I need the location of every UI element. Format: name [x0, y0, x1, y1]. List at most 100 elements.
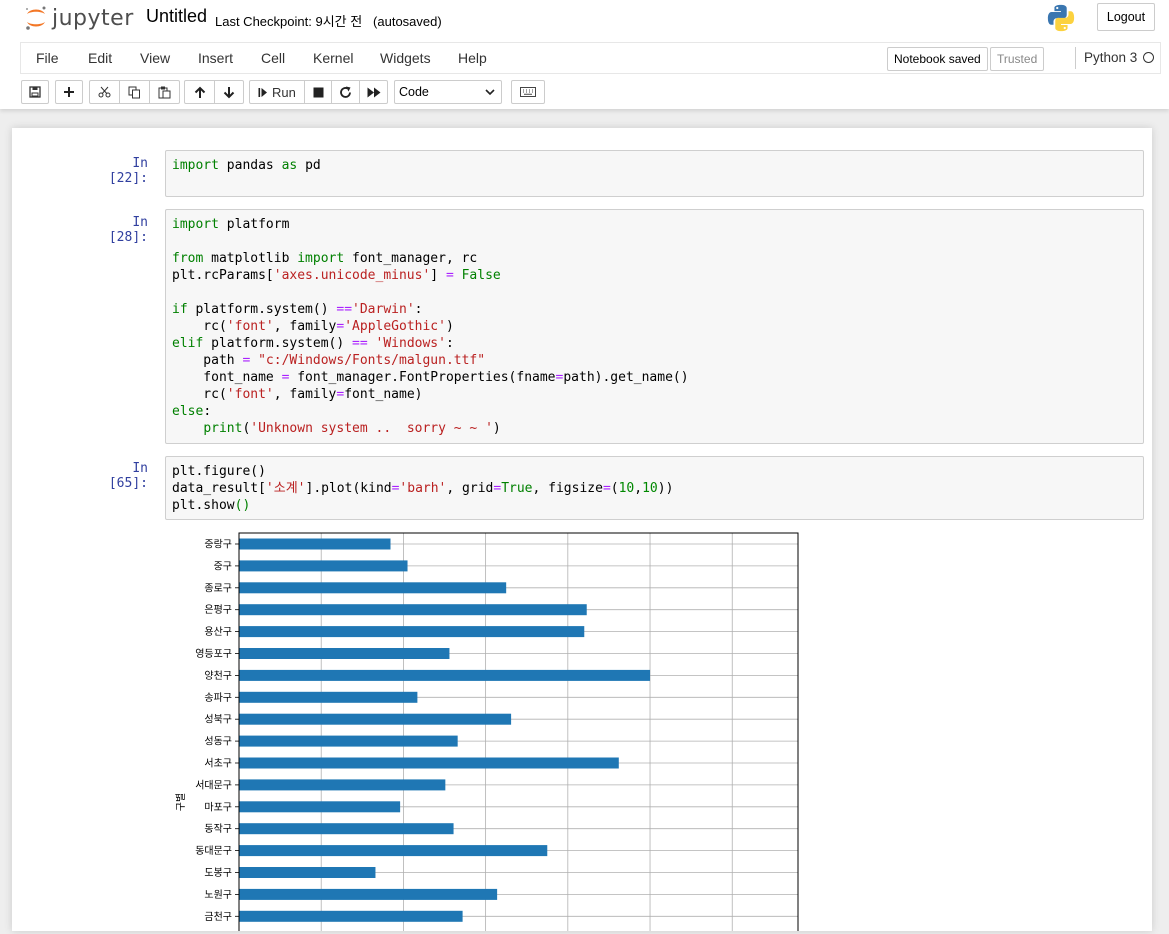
- code-line: plt.figure(): [172, 464, 266, 479]
- run-button[interactable]: Run: [249, 80, 305, 104]
- command-palette-button[interactable]: [511, 80, 545, 104]
- menu-insert[interactable]: Insert: [198, 50, 233, 66]
- y-tick-label: 용산구: [204, 626, 232, 638]
- checkpoint-time: 9시간 전: [315, 14, 363, 29]
- kernel-idle-icon: [1143, 52, 1154, 63]
- kernel-name[interactable]: Python 3: [1084, 50, 1137, 65]
- bar: [239, 757, 619, 769]
- paste-icon: [158, 86, 171, 98]
- barh-chart: 중랑구중구종로구은평구용산구영등포구양천구송파구성북구성동구서초구서대문구마포구…: [175, 532, 799, 934]
- jupyter-logo-text: jupyter: [52, 5, 134, 31]
- y-tick-label: 영등포구: [195, 648, 232, 660]
- fast-forward-icon: [367, 87, 380, 97]
- code-line: if platform.system() =='Darwin':: [172, 302, 423, 317]
- y-tick-label: 은평구: [204, 604, 232, 616]
- y-tick-label: 마포구: [204, 801, 232, 813]
- menu-edit[interactable]: Edit: [88, 50, 112, 66]
- y-tick-label: 도봉구: [204, 867, 232, 879]
- bar: [239, 604, 587, 616]
- bar: [239, 560, 408, 572]
- cell-prompt: In [28]:: [108, 215, 148, 245]
- plus-icon: [64, 87, 74, 97]
- cut-cells-button[interactable]: [89, 80, 120, 104]
- save-icon: [29, 86, 41, 98]
- bar: [239, 867, 376, 878]
- notebook-saved-indicator: Notebook saved: [887, 47, 988, 71]
- code-line: print('Unknown system .. sorry ~ ~ '): [203, 421, 501, 436]
- python-logo-icon: [1047, 4, 1075, 32]
- y-tick-label: 종로구: [204, 582, 232, 594]
- autosave-status: (autosaved): [373, 14, 442, 29]
- bar: [239, 691, 418, 703]
- code-cell-input[interactable]: import pandas as pd: [165, 150, 1144, 197]
- code-line: font_name = font_manager.FontProperties(…: [172, 370, 689, 385]
- cell-type-select[interactable]: Code: [394, 80, 502, 104]
- y-tick-label: 동대문구: [195, 845, 232, 857]
- bar: [239, 713, 512, 725]
- jupyter-logo[interactable]: jupyter: [24, 4, 134, 32]
- stop-icon: [313, 87, 323, 97]
- menu-kernel[interactable]: Kernel: [313, 50, 353, 66]
- arrow-down-icon: [223, 86, 235, 98]
- bar: [239, 888, 498, 900]
- chevron-down-icon: [485, 89, 495, 96]
- code-line: else:: [172, 404, 212, 419]
- y-tick-label: 서대문구: [195, 779, 232, 791]
- notebook-container: In [22]: import pandas as pd In [28]: im…: [12, 128, 1152, 934]
- code-line: from matplotlib import font_manager, rc: [172, 251, 478, 266]
- menu-cell[interactable]: Cell: [261, 50, 285, 66]
- checkpoint-label: Last Checkpoint:: [215, 14, 312, 29]
- cell-output: 중랑구 중구 종로구 은평구 용산구 영등포구 양천구 송파구 성북구 성동구 서초구 서대문구 마포구…: [162, 530, 812, 934]
- run-button-label: Run: [272, 84, 296, 100]
- paste-cells-button[interactable]: [149, 80, 180, 104]
- step-forward-icon: [258, 87, 267, 97]
- y-tick-label: 성북구: [204, 714, 232, 726]
- notebook-header: jupyter Untitled Last Checkpoint: 9시간 전 …: [0, 0, 1169, 109]
- code-line: plt.show(): [172, 498, 251, 513]
- scissors-icon: [98, 86, 111, 98]
- code-line: import platform: [172, 217, 290, 232]
- logout-button[interactable]: Logout: [1097, 3, 1155, 31]
- code-cell-input[interactable]: import platform from matplotlib import fo…: [165, 209, 1144, 444]
- copy-icon: [128, 86, 140, 98]
- y-tick-label: 서초구: [204, 758, 232, 770]
- menu-widgets[interactable]: Widgets: [380, 50, 431, 66]
- copy-cells-button[interactable]: [119, 80, 150, 104]
- code-line: plt.rcParams['axes.unicode_minus'] = Fal…: [172, 268, 501, 283]
- notebook-name[interactable]: Untitled: [146, 6, 207, 27]
- bar: [239, 823, 454, 835]
- bar: [239, 582, 507, 594]
- bar: [239, 626, 585, 638]
- code-line: rc('font', family='AppleGothic'): [172, 319, 454, 334]
- move-cell-up-button[interactable]: [184, 80, 215, 104]
- restart-run-all-button[interactable]: [359, 80, 388, 104]
- trusted-indicator[interactable]: Trusted: [990, 47, 1045, 71]
- bar: [239, 910, 463, 922]
- code-line: elif platform.system() == 'Windows':: [172, 336, 454, 351]
- restart-kernel-button[interactable]: [331, 80, 360, 104]
- bar: [239, 669, 651, 681]
- menu-view[interactable]: View: [140, 50, 170, 66]
- code-line: path = "c:/Windows/Fonts/malgun.ttf": [172, 353, 486, 368]
- cell-type-value: Code: [399, 85, 429, 99]
- arrow-up-icon: [194, 86, 205, 98]
- y-tick-label: 동작구: [204, 823, 232, 835]
- insert-cell-below-button[interactable]: [55, 80, 83, 104]
- restart-icon: [340, 86, 351, 98]
- y-tick-label: 금천구: [204, 911, 232, 923]
- menu-help[interactable]: Help: [458, 50, 487, 66]
- menu-file[interactable]: File: [36, 50, 59, 66]
- y-tick-label: 노원구: [204, 889, 232, 901]
- bar: [239, 735, 458, 747]
- y-axis-label: 구별: [175, 793, 187, 811]
- save-button[interactable]: [21, 80, 49, 104]
- jupyter-logo-icon: [26, 6, 46, 30]
- cell-prompt: In [65]:: [108, 461, 148, 491]
- code-cell-input[interactable]: plt.figure() data_result['소계'].plot(kind=…: [165, 456, 1144, 520]
- cell-prompt: In [22]:: [108, 156, 148, 186]
- bar: [239, 801, 401, 813]
- y-tick-label: 송파구: [204, 692, 232, 704]
- interrupt-kernel-button[interactable]: [304, 80, 332, 104]
- move-cell-down-button[interactable]: [214, 80, 244, 104]
- bar: [239, 779, 446, 791]
